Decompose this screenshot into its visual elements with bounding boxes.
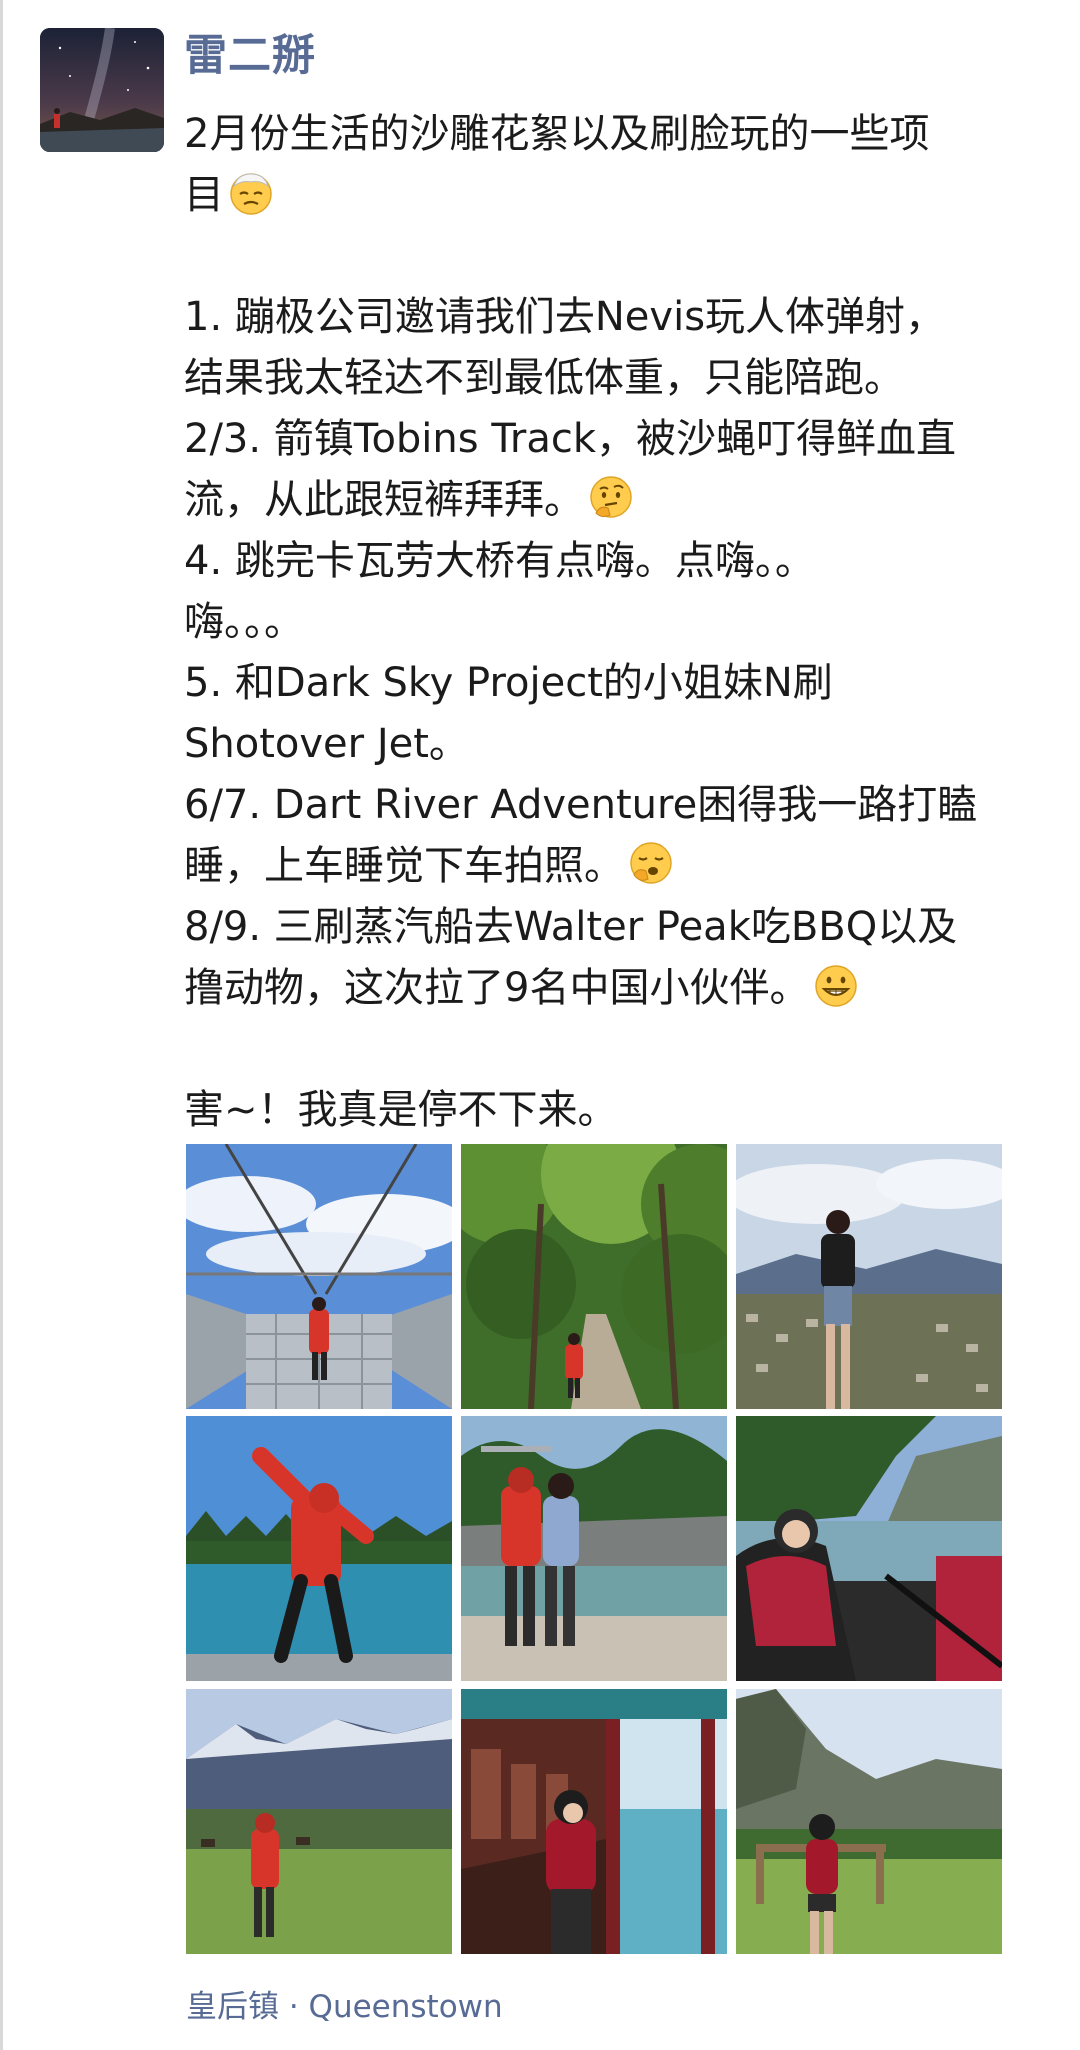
overheated-face-icon xyxy=(230,173,272,215)
item-line-9: 6/7. Dart River Adventure困得我一路打瞌 xyxy=(184,782,978,828)
photo-8-image xyxy=(461,1689,727,1954)
item-line-11: 8/9. 三刷蒸汽船去Walter Peak吃BBQ以及 xyxy=(184,904,958,950)
photo-4-image xyxy=(186,1416,452,1681)
item-line-4: 流，从此跟短裤拜拜。 xyxy=(184,470,1064,531)
closing-line: 害~！我真是停不下来。 xyxy=(184,1087,618,1133)
item-line-7: 5. 和Dark Sky Project的小姐妹N刷 xyxy=(184,660,833,706)
photo-5[interactable] xyxy=(461,1416,727,1681)
grinning-face-icon xyxy=(815,965,858,1007)
yawning-face-icon xyxy=(630,842,672,884)
item-line-4-text: 流，从此跟短裤拜拜。 xyxy=(184,477,584,523)
avatar[interactable] xyxy=(40,28,164,152)
photo-8[interactable] xyxy=(461,1689,727,1954)
item-line-3: 2/3. 箭镇Tobins Track，被沙蝇叮得鲜血直 xyxy=(184,416,956,462)
item-line-10: 睡，上车睡觉下车拍照。 xyxy=(184,836,1064,897)
photo-1-image xyxy=(186,1144,452,1409)
intro-line-2-text: 目 xyxy=(184,172,224,218)
post-text: 2月份生活的沙雕花絮以及刷脸玩的一些项 目 1. 蹦极公司邀请我们去Nevis玩… xyxy=(184,104,1064,1141)
intro-line-2: 目 xyxy=(184,165,1064,226)
photo-grid xyxy=(186,1144,1002,1954)
item-line-1: 1. 蹦极公司邀请我们去Nevis玩人体弹射， xyxy=(184,294,946,340)
photo-1[interactable] xyxy=(186,1144,452,1409)
photo-5-image xyxy=(461,1416,727,1681)
item-line-12-text: 撸动物，这次拉了9名中国小伙伴。 xyxy=(184,965,810,1011)
item-line-6: 嗨。。。 xyxy=(184,599,304,645)
photo-7-image xyxy=(186,1689,452,1954)
item-line-10-text: 睡，上车睡觉下车拍照。 xyxy=(184,843,624,889)
location-link[interactable]: 皇后镇 · Queenstown xyxy=(186,1985,503,2029)
item-line-5: 4. 跳完卡瓦劳大桥有点嗨。点嗨。。 xyxy=(184,538,815,584)
photo-9-image xyxy=(736,1689,1002,1954)
photo-6-image xyxy=(736,1416,1002,1681)
photo-2-image xyxy=(461,1144,727,1409)
photo-2[interactable] xyxy=(461,1144,727,1409)
photo-4[interactable] xyxy=(186,1416,452,1681)
item-line-2: 结果我太轻达不到最低体重，只能陪跑。 xyxy=(184,355,904,401)
author-name[interactable]: 雷二掰 xyxy=(184,26,316,86)
photo-7[interactable] xyxy=(186,1689,452,1954)
item-line-12: 撸动物，这次拉了9名中国小伙伴。 xyxy=(184,958,1064,1019)
photo-6[interactable] xyxy=(736,1416,1002,1681)
left-divider xyxy=(0,0,3,2050)
intro-line-1: 2月份生活的沙雕花絮以及刷脸玩的一些项 xyxy=(184,111,930,157)
photo-3-image xyxy=(736,1144,1002,1409)
avatar-image xyxy=(40,28,164,152)
item-line-8: Shotover Jet。 xyxy=(184,721,469,767)
photo-3[interactable] xyxy=(736,1144,1002,1409)
photo-9[interactable] xyxy=(736,1689,1002,1954)
thinking-face-icon xyxy=(590,476,632,518)
